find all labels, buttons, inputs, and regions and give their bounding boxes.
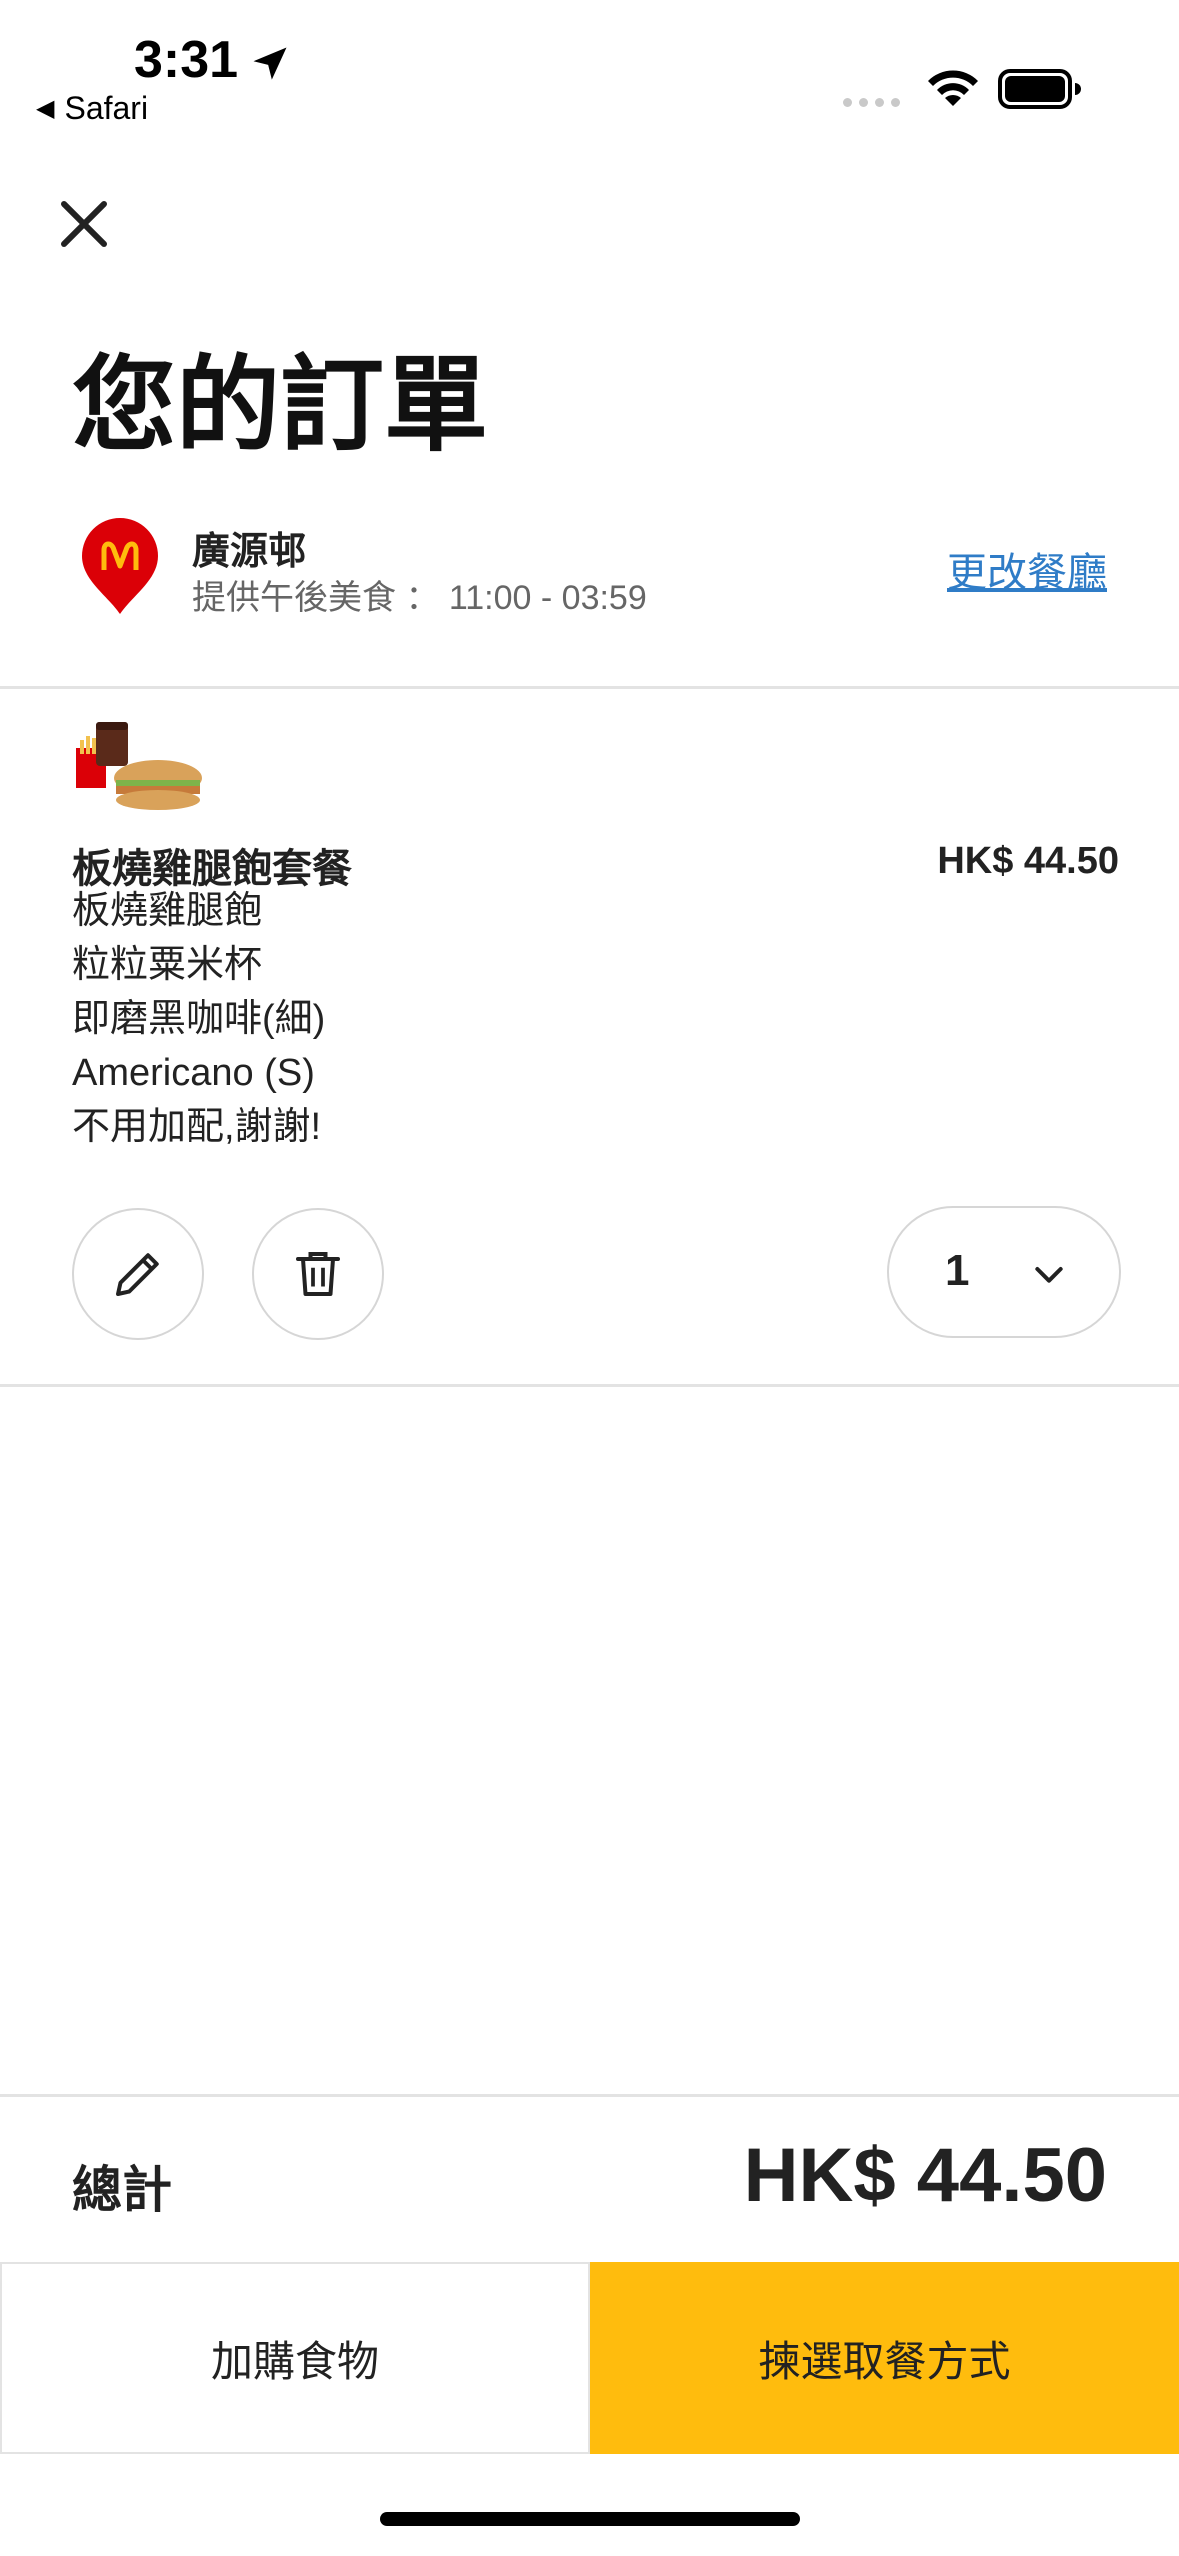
divider bbox=[0, 686, 1179, 689]
item-detail-line: 即磨黑咖啡(細) bbox=[72, 998, 326, 1040]
meal-image bbox=[76, 722, 202, 810]
store-name: 廣源邨 bbox=[192, 531, 307, 573]
add-more-food-button[interactable]: 加購食物 bbox=[0, 2262, 590, 2454]
total-label: 總計 bbox=[72, 2162, 172, 2218]
quantity-value: 1 bbox=[945, 1246, 970, 1295]
item-detail-line: Americano (S) bbox=[72, 1052, 315, 1094]
home-indicator[interactable] bbox=[380, 2512, 800, 2526]
change-store-link[interactable]: 更改餐廳 bbox=[947, 540, 1107, 598]
order-page: 3:31 ◀Safari 您的訂單 廣源邨 提供午後美食 ： 11:00 - bbox=[0, 0, 1179, 2556]
page-title: 您的訂單 bbox=[72, 348, 489, 464]
status-time: 3:31 bbox=[134, 31, 239, 89]
divider bbox=[0, 2094, 1179, 2097]
close-icon[interactable] bbox=[52, 192, 116, 256]
mcdonalds-pin-icon bbox=[82, 518, 158, 614]
edit-item-button[interactable] bbox=[72, 1208, 204, 1340]
location-arrow-icon bbox=[253, 47, 287, 80]
item-detail-line: 板燒雞腿飽 bbox=[72, 890, 263, 932]
item-price: HK$ 44.50 bbox=[937, 840, 1119, 882]
delete-item-button[interactable] bbox=[252, 1208, 384, 1340]
back-triangle-icon: ◀ bbox=[36, 95, 55, 122]
quantity-select[interactable]: 1 bbox=[887, 1206, 1121, 1338]
back-to-app-link[interactable]: ◀ Safari bbox=[36, 90, 148, 127]
wifi-icon bbox=[928, 70, 978, 106]
total-value: HK$ 44.50 bbox=[743, 2133, 1107, 2218]
store-hours: 提供午後美食 ： 11:00 - 03:59 bbox=[192, 579, 647, 617]
battery-icon bbox=[998, 69, 1081, 109]
item-detail-line: 粒粒粟米杯 bbox=[72, 944, 263, 986]
trash-icon bbox=[296, 1252, 340, 1296]
status-bar: 3:31 ◀ Safari bbox=[0, 0, 1179, 140]
back-app-label: Safari bbox=[64, 90, 149, 126]
chevron-down-icon bbox=[1035, 1267, 1063, 1283]
pencil-icon bbox=[116, 1253, 159, 1296]
choose-pickup-method-button[interactable]: 揀選取餐方式 bbox=[590, 2262, 1179, 2454]
item-details: 板燒雞腿飽 粒粒粟米杯 即磨黑咖啡(細) Americano (S) 不用加配,… bbox=[72, 884, 325, 1154]
divider bbox=[0, 1384, 1179, 1387]
cellular-signal-icon bbox=[843, 94, 907, 112]
item-detail-line: 不用加配,謝謝! bbox=[72, 1106, 322, 1148]
